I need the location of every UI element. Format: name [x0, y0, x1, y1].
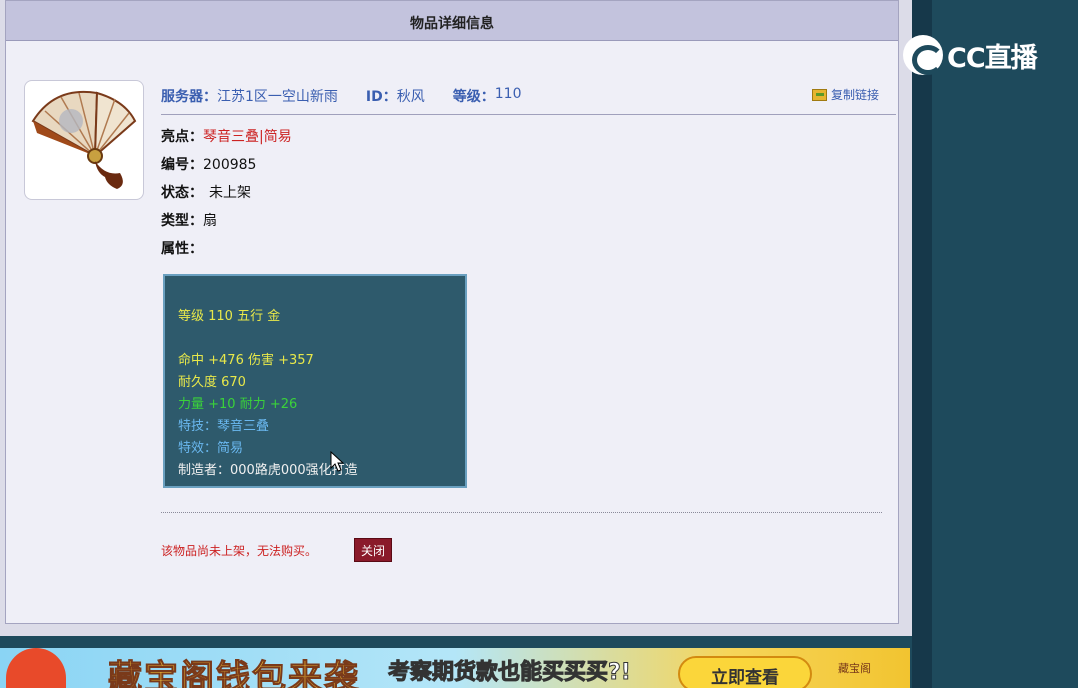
status-label: 状态：	[161, 185, 203, 201]
type-label: 类型：	[161, 213, 203, 229]
server-value: 江苏1区一空山新雨	[217, 89, 338, 105]
server-label: 服务器：	[161, 89, 217, 105]
type-field: 类型：扇	[161, 210, 217, 230]
status-field: 状态： 未上架	[161, 182, 251, 202]
item-thumbnail	[24, 80, 144, 200]
mouse-pointer-icon	[330, 451, 344, 472]
cc-live-logo-text: CC直播	[947, 42, 1038, 74]
highlight-value: 琴音三叠|简易	[203, 129, 292, 145]
attr-strength-stamina: 力量 +10 耐力 +26	[178, 397, 298, 412]
attr-hit-damage: 命中 +476 伤害 +357	[178, 353, 314, 368]
level-value: 110	[494, 86, 522, 102]
id-value: 秋风	[396, 89, 425, 105]
attr-level-element: 等级 110 五行 金	[178, 309, 281, 324]
attr-maker: 制造者：000路虎000强化打造	[178, 463, 358, 478]
window-edge	[912, 0, 932, 688]
copy-link-button[interactable]: 复制链接	[812, 86, 879, 103]
ad-banner[interactable]: 藏宝阁钱包来袭 考察期货款也能买买买?! 立即查看 藏宝阁	[0, 648, 910, 688]
highlight-field: 亮点：琴音三叠|简易	[161, 126, 292, 146]
banner-view-button[interactable]: 立即查看	[678, 656, 812, 688]
number-value: 200985	[203, 157, 257, 173]
banner-character-illustration	[6, 648, 66, 688]
banner-title: 藏宝阁钱包来袭	[108, 658, 360, 688]
close-button[interactable]: 关闭	[354, 538, 392, 562]
footer-divider	[161, 512, 882, 513]
cc-live-logo: CC直播	[903, 34, 1038, 76]
attributes-field: 属性：	[161, 238, 203, 258]
level-label: 等级：	[452, 89, 495, 105]
status-value: 未上架	[209, 185, 251, 201]
cc-live-logo-icon	[903, 35, 944, 75]
banner-logo: 藏宝阁	[838, 662, 871, 675]
item-meta-row: 服务器： 江苏1区一空山新雨 ID： 秋风 等级： 110	[161, 86, 881, 106]
attr-durability: 耐久度 670	[178, 375, 246, 390]
number-field: 编号：200985	[161, 154, 256, 174]
number-label: 编号：	[161, 157, 203, 173]
id-label: ID：	[365, 89, 397, 105]
header-divider	[161, 114, 896, 115]
attributes-label: 属性：	[161, 241, 203, 257]
purchase-notice: 该物品尚未上架，无法购买。	[161, 544, 318, 558]
copy-link-label: 复制链接	[831, 88, 880, 102]
type-value: 扇	[203, 213, 217, 229]
folding-fan-icon	[31, 90, 137, 189]
banner-subtitle: 考察期货款也能买买买?!	[388, 660, 632, 686]
side-area	[932, 0, 1078, 688]
panel-title: 物品详细信息	[6, 1, 898, 41]
attr-special-skill: 特技：琴音三叠	[178, 419, 270, 434]
folder-link-icon	[812, 88, 827, 101]
attr-special-effect: 特效：简易	[178, 441, 244, 456]
highlight-label: 亮点：	[161, 129, 203, 145]
attributes-tooltip: 等级 110 五行 金 命中 +476 伤害 +357 耐久度 670 力量 +…	[163, 274, 467, 488]
